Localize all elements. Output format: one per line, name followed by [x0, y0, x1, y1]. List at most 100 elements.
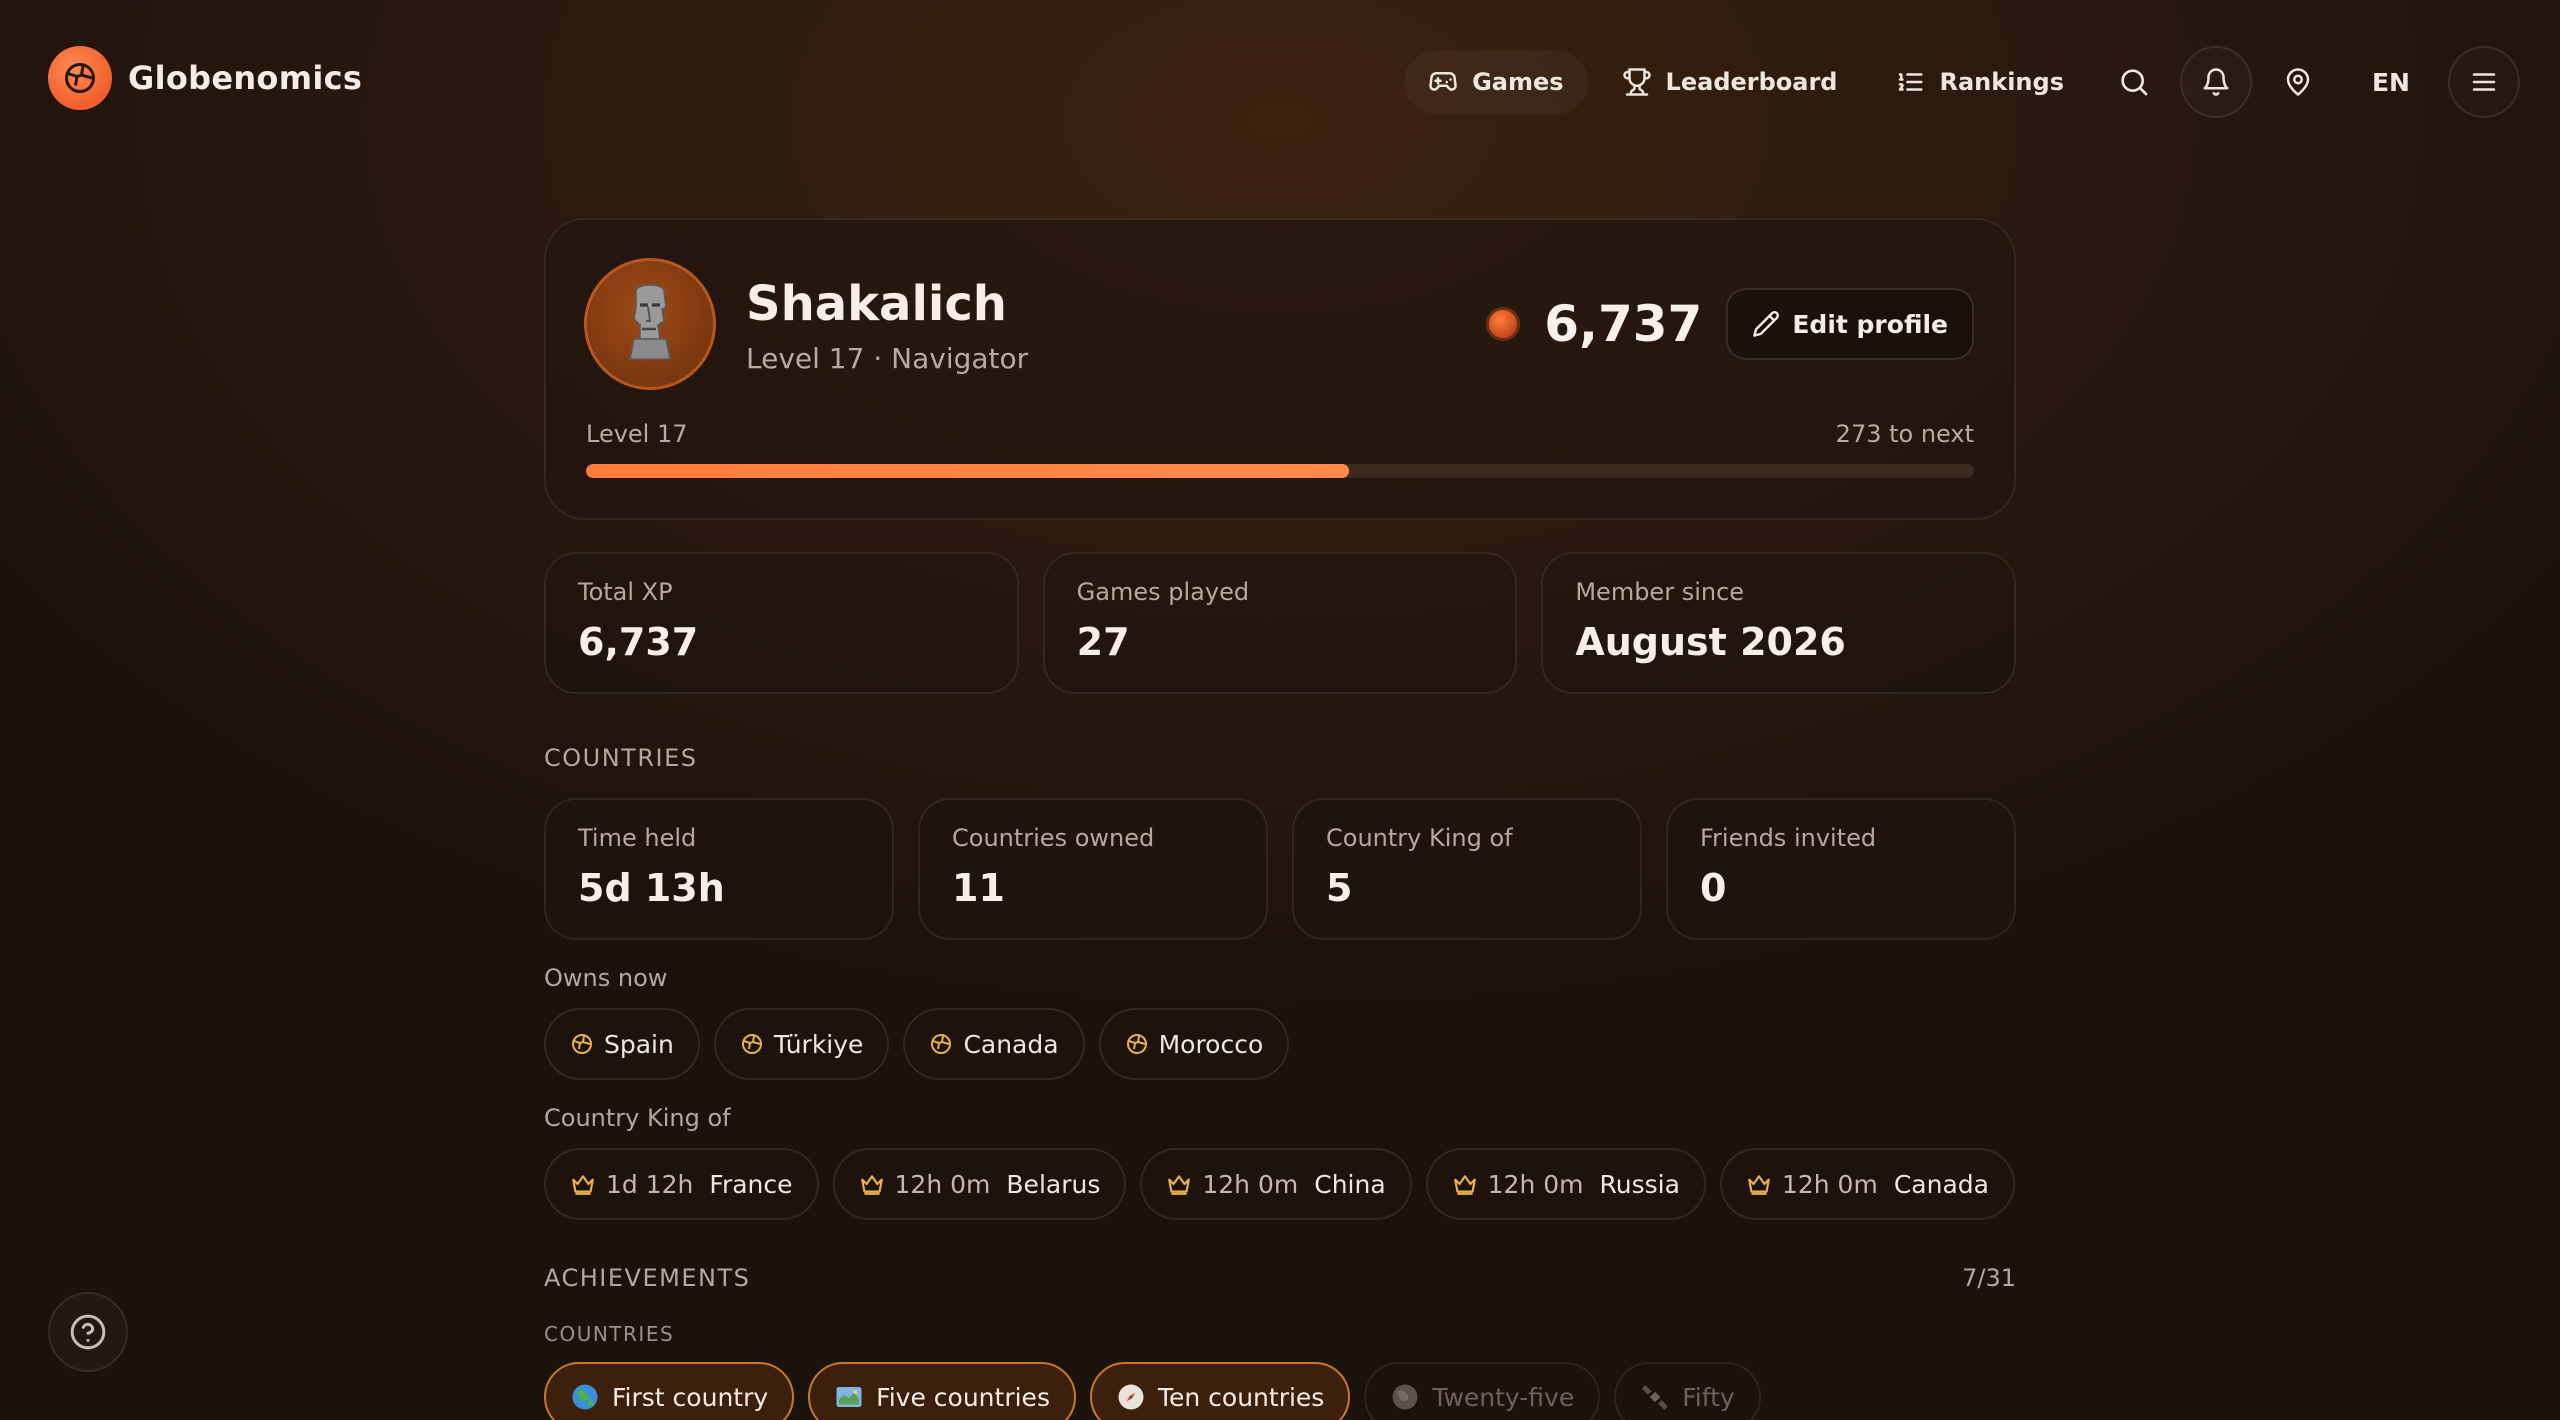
stat-total-xp: Total XP 6,737	[544, 552, 1019, 694]
achievements-count: 7/31	[1962, 1264, 2016, 1292]
help-button[interactable]	[48, 1292, 128, 1372]
search-icon	[2121, 69, 2148, 96]
achievement-label: Ten countries	[1157, 1382, 1325, 1412]
profile-name: Shakalich	[746, 276, 1007, 332]
stat-label: Total XP	[578, 578, 673, 606]
globe-badge-icon	[572, 1034, 592, 1054]
stat-value: 0	[1700, 866, 1727, 910]
country-name: China	[1314, 1169, 1386, 1199]
globe-badge-icon	[931, 1034, 952, 1054]
crown-icon	[1748, 1175, 1770, 1195]
xp-coin-icon	[1486, 307, 1521, 341]
stat-label: Time held	[578, 824, 697, 852]
satellite-icon	[1642, 1385, 1669, 1410]
achievement-chip-locked[interactable]: Fifty	[1614, 1362, 1761, 1420]
nav-rankings[interactable]: Rankings	[1871, 50, 2088, 114]
achievement-chip-locked[interactable]: Twenty-five	[1364, 1362, 1601, 1420]
stat-value: 27	[1076, 620, 1130, 664]
achievement-chip[interactable]: Five countries	[808, 1362, 1076, 1420]
owned-country-chip[interactable]: Morocco	[1098, 1008, 1290, 1080]
king-countries-list: 1d 12h France 12h 0m Belarus 12h 0m Chin…	[544, 1148, 2016, 1220]
achievement-label: First country	[612, 1382, 769, 1412]
profile-stats: Total XP 6,737 Games played 27 Member si…	[544, 552, 2017, 694]
king-duration: 12h 0m	[1781, 1169, 1878, 1199]
globe-badge-icon	[741, 1034, 762, 1054]
country-name: Morocco	[1158, 1029, 1264, 1059]
list-ordered-icon	[1899, 73, 1923, 91]
country-name: Canada	[1893, 1169, 1989, 1199]
crown-icon	[572, 1175, 594, 1195]
level-progress-bar	[586, 464, 1974, 478]
brand-logo-icon	[48, 46, 112, 110]
achievements-title: ACHIEVEMENTS	[544, 1264, 751, 1292]
country-king-title: Country King of	[544, 1104, 731, 1132]
xp-summary: 6,737 Edit profile	[1486, 288, 1974, 360]
edit-profile-label: Edit profile	[1792, 309, 1948, 339]
achievement-chip[interactable]: Ten countries	[1089, 1362, 1351, 1420]
achievements-group-title: COUNTRIES	[544, 1322, 675, 1346]
notifications-button[interactable]	[2179, 46, 2252, 118]
stat-label: Member since	[1575, 578, 1745, 606]
stat-value: 5d 13h	[578, 866, 725, 910]
country-stats: Time held 5d 13h Countries owned 11 Coun…	[544, 798, 2016, 940]
stat-value: 11	[952, 866, 1005, 910]
gamepad-icon	[1429, 71, 1457, 91]
profile-card: Shakalich Level 17 · Navigator 6,737 Edi…	[544, 218, 2016, 520]
nav-leaderboard-label: Leaderboard	[1665, 68, 1838, 96]
achievement-label: Five countries	[876, 1382, 1050, 1412]
stat-time-held: Time held 5d 13h	[544, 798, 894, 940]
map-pin-icon	[2286, 68, 2310, 96]
country-name: Belarus	[1006, 1169, 1101, 1199]
owned-country-chip[interactable]: Canada	[903, 1008, 1085, 1080]
location-button[interactable]	[2262, 46, 2334, 118]
king-country-chip[interactable]: 12h 0m Canada	[1719, 1148, 2015, 1220]
stat-games-played: Games played 27	[1042, 552, 1518, 694]
owns-now-title: Owns now	[544, 964, 668, 992]
level-progress-fill	[586, 464, 1350, 478]
profile-level-title: Level 17 · Navigator	[746, 342, 1029, 375]
stat-value: 5	[1326, 866, 1353, 910]
nav-leaderboard[interactable]: Leaderboard	[1598, 50, 1862, 114]
brand[interactable]: Globenomics	[48, 46, 362, 110]
crown-icon	[1168, 1175, 1191, 1195]
stat-friends-invited: Friends invited 0	[1666, 798, 2016, 940]
stat-label: Countries owned	[952, 824, 1155, 852]
owned-country-chip[interactable]: Türkiye	[713, 1008, 890, 1080]
xp-to-next: 273 to next	[1835, 420, 1974, 448]
hamburger-menu-icon	[2472, 73, 2496, 91]
moai-statue-icon	[629, 284, 671, 360]
nav-games-label: Games	[1472, 68, 1564, 96]
owned-countries-list: Spain Türkiye Canada Morocco	[544, 1008, 2016, 1080]
king-country-chip[interactable]: 12h 0m Belarus	[832, 1148, 1127, 1220]
menu-button[interactable]	[2448, 46, 2520, 118]
edit-profile-button[interactable]: Edit profile	[1726, 288, 1974, 360]
crown-icon	[860, 1175, 883, 1195]
king-duration: 12h 0m	[1487, 1169, 1584, 1199]
language-selector[interactable]: EN	[2344, 68, 2438, 97]
achievements-list: First country Five countries Ten countri…	[544, 1362, 2016, 1420]
king-duration: 12h 0m	[894, 1169, 991, 1199]
search-button[interactable]	[2098, 46, 2170, 118]
avatar[interactable]	[584, 258, 716, 390]
achievement-chip[interactable]: First country	[544, 1362, 795, 1420]
achievement-label: Fifty	[1682, 1382, 1735, 1412]
brand-name: Globenomics	[128, 59, 363, 97]
owned-country-chip[interactable]: Spain	[544, 1008, 700, 1080]
achievement-label: Twenty-five	[1432, 1382, 1575, 1412]
nav-games[interactable]: Games	[1404, 50, 1588, 114]
king-duration: 1d 12h	[606, 1169, 694, 1199]
stat-value: August 2026	[1575, 620, 1846, 664]
main-nav: Games Leaderboard Rankings EN	[1404, 46, 2520, 118]
stat-value: 6,737	[578, 620, 699, 664]
globe-icon	[1392, 1384, 1418, 1410]
king-country-chip[interactable]: 12h 0m China	[1140, 1148, 1412, 1220]
stat-member-since: Member since August 2026	[1541, 552, 2017, 694]
help-circle-icon	[70, 1314, 106, 1350]
countries-section-title: COUNTRIES	[544, 744, 698, 772]
level-progress-labels: Level 17 273 to next	[586, 420, 1974, 448]
king-country-chip[interactable]: 12h 0m Russia	[1425, 1148, 1706, 1220]
stat-countries-owned: Countries owned 11	[918, 798, 1268, 940]
king-country-chip[interactable]: 1d 12h France	[544, 1148, 819, 1220]
stat-label: Games played	[1076, 578, 1250, 606]
trophy-icon	[1622, 68, 1651, 96]
